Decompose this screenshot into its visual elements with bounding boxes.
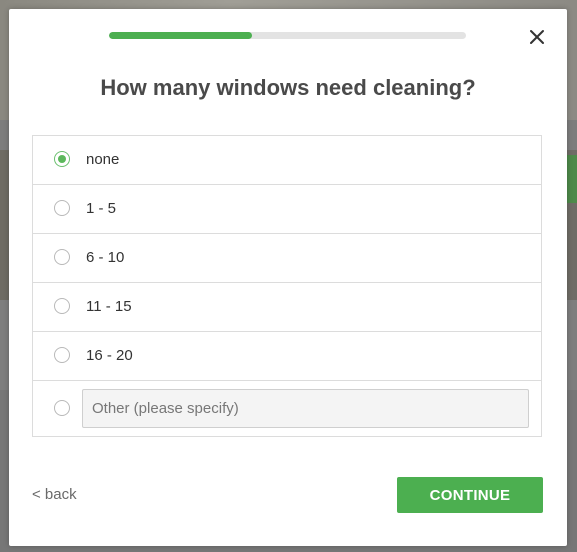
- other-specify-input[interactable]: [82, 389, 529, 428]
- option-label: 6 - 10: [86, 249, 125, 266]
- radio-button[interactable]: [54, 151, 70, 167]
- option-label: 11 - 15: [86, 298, 132, 315]
- option-label: none: [86, 151, 120, 168]
- option-none[interactable]: none: [33, 136, 541, 185]
- option-other[interactable]: [33, 381, 541, 436]
- close-icon: [530, 30, 544, 44]
- radio-button[interactable]: [54, 200, 70, 216]
- back-link[interactable]: < back: [32, 486, 77, 503]
- answer-options-list: none 1 - 5 6 - 10 11 - 15 16 - 20: [32, 135, 542, 437]
- option-label: 16 - 20: [86, 347, 133, 364]
- progress-bar: [109, 32, 466, 39]
- question-modal: How many windows need cleaning? none 1 -…: [9, 9, 567, 546]
- close-button[interactable]: [525, 25, 549, 49]
- option-6-10[interactable]: 6 - 10: [33, 234, 541, 283]
- progress-bar-fill: [109, 32, 252, 39]
- continue-button[interactable]: CONTINUE: [397, 477, 543, 513]
- radio-button[interactable]: [54, 347, 70, 363]
- radio-button[interactable]: [54, 249, 70, 265]
- radio-button[interactable]: [54, 400, 70, 416]
- option-16-20[interactable]: 16 - 20: [33, 332, 541, 381]
- radio-button[interactable]: [54, 298, 70, 314]
- question-title: How many windows need cleaning?: [100, 75, 476, 100]
- option-11-15[interactable]: 11 - 15: [33, 283, 541, 332]
- option-1-5[interactable]: 1 - 5: [33, 185, 541, 234]
- option-label: 1 - 5: [86, 200, 117, 217]
